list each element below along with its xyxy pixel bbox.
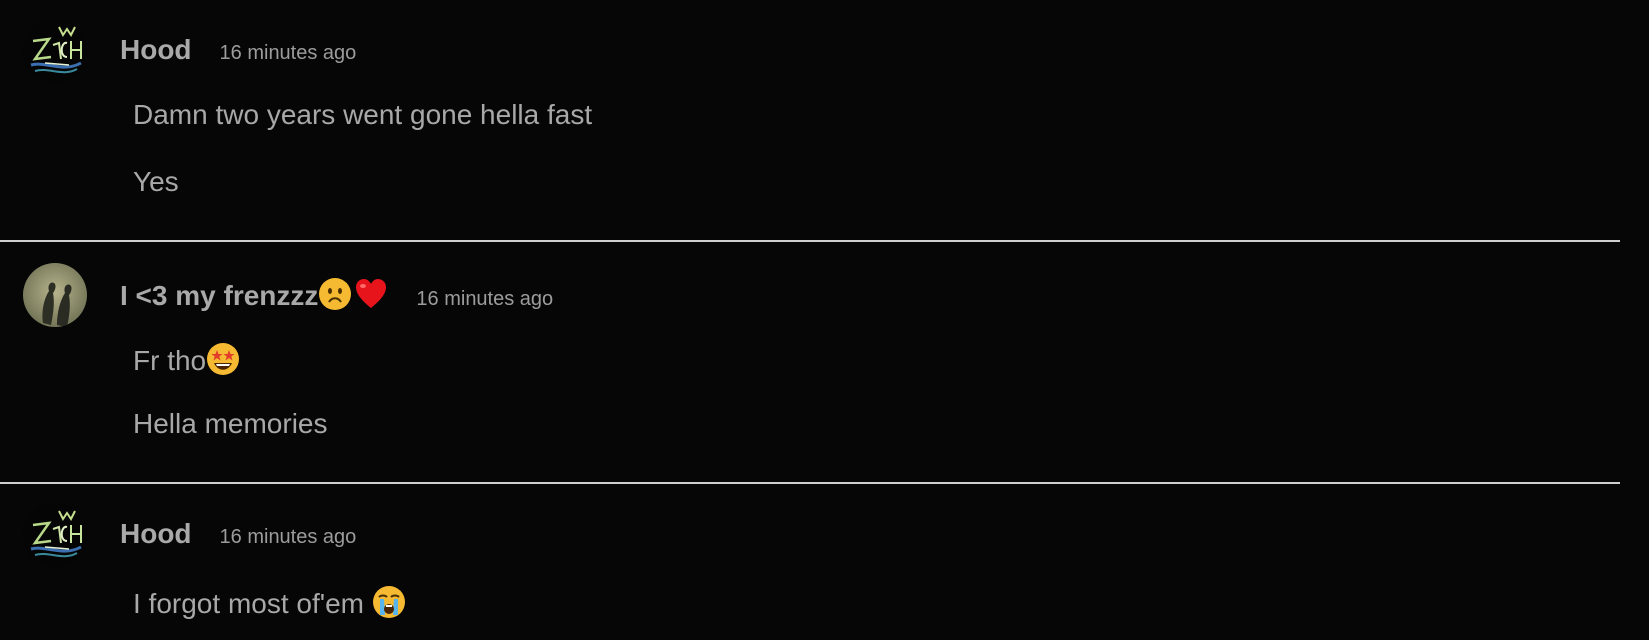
message-text-content: I forgot most of'em xyxy=(133,588,364,619)
message-group: I <3 my frenzzz 16 minutes ago Fr tho He… xyxy=(0,242,1620,483)
avatar[interactable] xyxy=(23,19,87,83)
avatar[interactable] xyxy=(23,503,87,567)
message-header: Hood 16 minutes ago xyxy=(120,518,356,550)
zach-logo-icon xyxy=(23,503,87,567)
message-text: Yes xyxy=(133,166,179,197)
message-header: I <3 my frenzzz 16 minutes ago xyxy=(120,277,553,318)
message-group: Hood 16 minutes ago Damn two years went … xyxy=(0,0,1620,241)
author-name[interactable]: I <3 my frenzzz xyxy=(120,277,388,318)
avatar[interactable] xyxy=(23,263,87,327)
message-text: Damn two years went gone hella fast xyxy=(133,99,593,130)
message-text: Hella memories xyxy=(133,408,328,439)
timestamp: 16 minutes ago xyxy=(219,42,357,64)
red-heart-icon xyxy=(354,277,388,318)
author-name[interactable]: Hood xyxy=(120,34,192,66)
author-name[interactable]: Hood xyxy=(120,518,192,550)
timestamp: 16 minutes ago xyxy=(416,288,554,310)
loudly-crying-face-icon xyxy=(372,585,406,626)
message-header: Hood 16 minutes ago xyxy=(120,34,356,66)
message-text-content: Fr tho xyxy=(133,345,207,376)
message-text: I forgot most of'em xyxy=(133,585,406,626)
message-group: Hood 16 minutes ago I forgot most of'em xyxy=(0,484,1620,640)
message-text: Fr tho xyxy=(133,342,240,383)
timestamp: 16 minutes ago xyxy=(219,526,357,548)
author-name-text: I <3 my frenzzz xyxy=(120,280,319,311)
star-struck-face-icon xyxy=(206,342,240,383)
zach-logo-icon xyxy=(23,19,87,83)
shadow-photo-icon xyxy=(23,263,87,327)
frowning-face-icon xyxy=(318,277,352,318)
